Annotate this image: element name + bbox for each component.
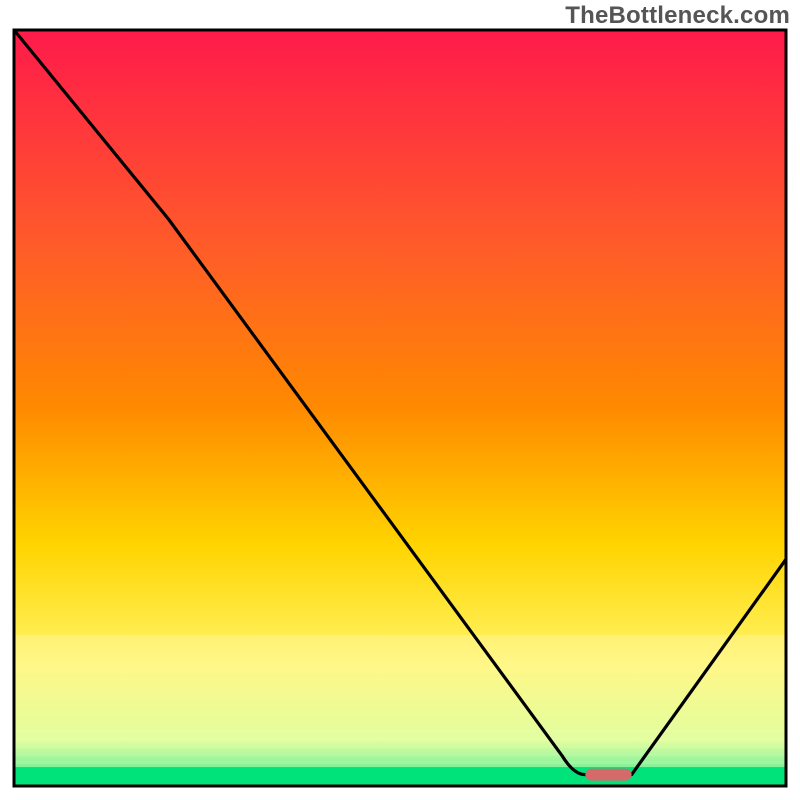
light-stripe <box>14 753 786 756</box>
light-stripe <box>14 745 786 748</box>
green-band <box>14 767 786 786</box>
watermark-text: TheBottleneck.com <box>565 2 790 30</box>
light-stripe <box>14 729 786 732</box>
light-stripe <box>14 737 786 740</box>
light-stripe <box>14 761 786 764</box>
bottleneck-chart <box>0 0 800 800</box>
optimum-marker <box>585 769 631 781</box>
chart-stage: TheBottleneck.com <box>0 0 800 800</box>
